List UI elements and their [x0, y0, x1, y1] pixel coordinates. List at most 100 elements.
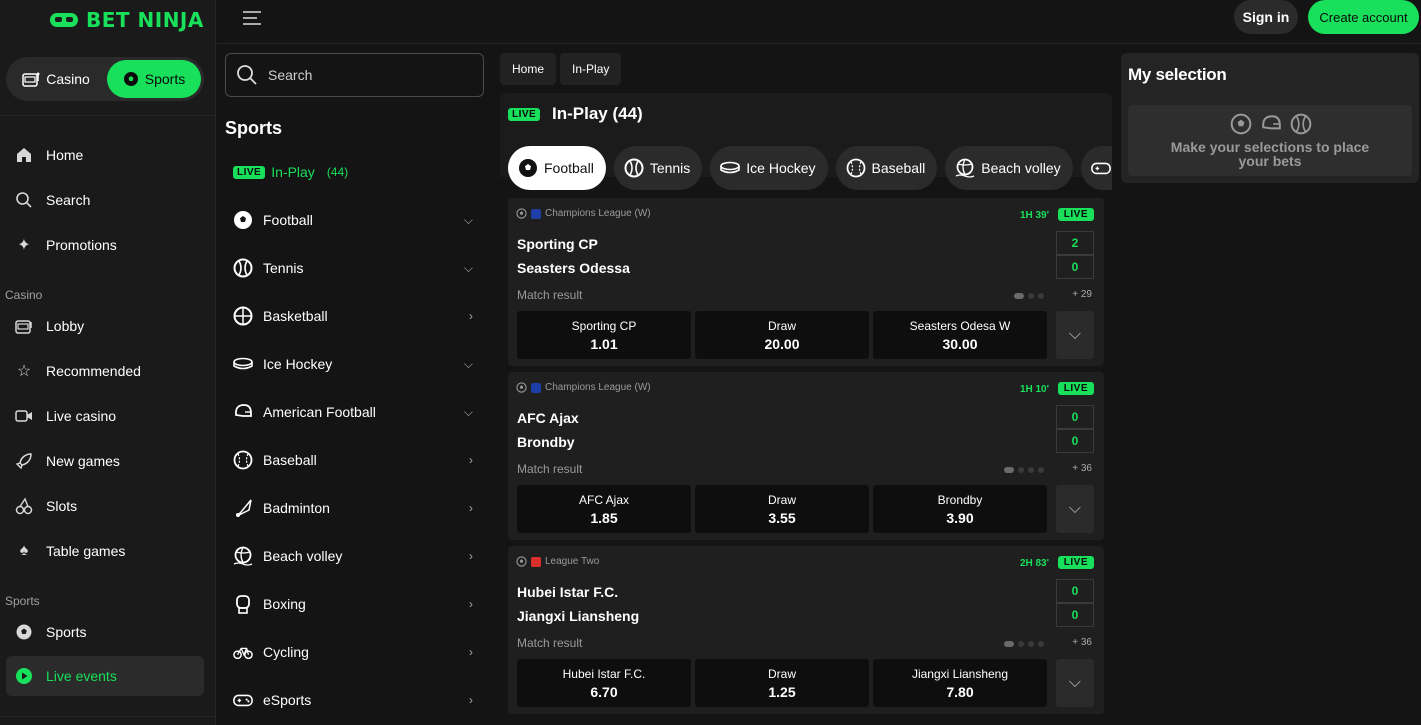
- competition-flag: [531, 556, 541, 567]
- selection-empty-line1: Make your selections to place: [1170, 139, 1370, 155]
- odds-label: AFC Ajax: [578, 492, 629, 507]
- away-team[interactable]: Seasters Odessa: [517, 260, 630, 276]
- casino-mode-button[interactable]: Casino: [9, 60, 103, 98]
- bicycle-icon: [233, 642, 253, 662]
- odds-button-away[interactable]: Brondby 3.90: [873, 485, 1047, 533]
- nav-item-sports[interactable]: Sports: [6, 612, 204, 652]
- sidebar-sport-cycling[interactable]: Cycling ›: [233, 637, 473, 667]
- soccer-ball-icon: [233, 210, 253, 230]
- brand-logo[interactable]: BET NINJA: [50, 8, 204, 32]
- odds-value: 7.80: [946, 683, 974, 700]
- more-markets[interactable]: + 36: [1072, 637, 1092, 648]
- home-team[interactable]: Sporting CP: [517, 236, 598, 252]
- sidebar-sport-baseball[interactable]: Baseball ›: [233, 445, 473, 475]
- odds-button-home[interactable]: Hubei Istar F.C. 6.70: [517, 659, 691, 707]
- sidebar-sport-tennis[interactable]: Tennis ⌵: [233, 253, 473, 283]
- chevron-down-icon: ⌵: [1068, 674, 1082, 691]
- soccer-ball-icon: [14, 622, 34, 642]
- ninja-mask-icon: [50, 13, 78, 27]
- breadcrumb-in-play[interactable]: In-Play: [560, 53, 622, 85]
- tab-label: Ice Hockey: [746, 160, 816, 176]
- match-competition: Champions League (W): [516, 208, 651, 219]
- more-markets[interactable]: + 29: [1072, 289, 1092, 300]
- nav-item-live-casino[interactable]: Live casino: [6, 396, 204, 436]
- competition-flag: [531, 382, 541, 393]
- chevron-down-icon: ⌵: [1068, 326, 1082, 343]
- odds-label: Hubei Istar F.C.: [562, 666, 646, 681]
- soccer-ball-icon: [1230, 113, 1252, 135]
- expand-markets-button[interactable]: ⌵: [1056, 485, 1094, 533]
- chevron-down-icon: ⌵: [463, 404, 473, 419]
- odds-button-home[interactable]: AFC Ajax 1.85: [517, 485, 691, 533]
- more-markets[interactable]: + 36: [1072, 463, 1092, 474]
- nav-item-slots[interactable]: Slots: [6, 486, 204, 526]
- brand-name: BET NINJA: [86, 8, 204, 32]
- breadcrumb-home[interactable]: Home: [500, 53, 557, 85]
- market-pager[interactable]: [1004, 641, 1044, 647]
- market-pager[interactable]: [1014, 293, 1044, 299]
- sign-in-button[interactable]: Sign in: [1234, 0, 1298, 34]
- nav-item-label: Lobby: [46, 318, 85, 334]
- match-competition: League Two: [516, 556, 599, 567]
- spade-icon: ♠: [19, 542, 29, 559]
- tab-football[interactable]: Football: [508, 146, 606, 190]
- odds-button-away[interactable]: Seasters Odesa W 30.00: [873, 311, 1047, 359]
- create-account-button[interactable]: Create account: [1308, 0, 1419, 34]
- selection-empty-text: Make your selections to place your bets: [1128, 140, 1412, 168]
- expand-markets-button[interactable]: ⌵: [1056, 659, 1094, 707]
- sidebar-sport-boxing[interactable]: Boxing ›: [233, 589, 473, 619]
- odds-button-draw[interactable]: Draw 3.55: [695, 485, 869, 533]
- sidebar-sport-esports[interactable]: eSports ›: [233, 685, 473, 715]
- away-team[interactable]: Jiangxi Liansheng: [517, 608, 639, 624]
- tab-ice-hockey[interactable]: Ice Hockey: [710, 146, 828, 190]
- tab-baseball[interactable]: Baseball: [835, 146, 938, 190]
- chevron-right-icon: ›: [469, 453, 473, 467]
- sidebar-sport-football[interactable]: Football ⌵: [233, 205, 473, 235]
- nav-item-lobby[interactable]: Lobby: [6, 306, 204, 346]
- competition-name: Champions League (W): [545, 382, 651, 393]
- away-team[interactable]: Brondby: [517, 434, 575, 450]
- sidebar-sport-ice-hockey[interactable]: Ice Hockey ⌵: [233, 349, 473, 379]
- nav-item-promotions[interactable]: ✦ Promotions: [6, 225, 204, 265]
- odds-label: Draw: [767, 318, 796, 333]
- home-score: 0: [1056, 579, 1094, 603]
- sidebar-sport-basketball[interactable]: Basketball ›: [233, 301, 473, 331]
- tab-tennis[interactable]: Tennis: [613, 146, 703, 190]
- sports-mode-button[interactable]: Sports: [107, 60, 201, 98]
- odds-button-home[interactable]: Sporting CP 1.01: [517, 311, 691, 359]
- sidebar-item-in-play[interactable]: LIVE In-Play (44): [233, 164, 348, 180]
- menu-icon[interactable]: [243, 11, 261, 29]
- live-badge: LIVE: [508, 108, 541, 121]
- expand-markets-button[interactable]: ⌵: [1056, 311, 1094, 359]
- nav-item-recommended[interactable]: ☆ Recommended: [6, 351, 204, 391]
- tab-beach-volley[interactable]: Beach volley: [945, 146, 1073, 190]
- gamepad-icon: [1090, 158, 1111, 178]
- market-pager[interactable]: [1004, 467, 1044, 473]
- home-team[interactable]: AFC Ajax: [517, 410, 579, 426]
- odds-button-away[interactable]: Jiangxi Liansheng 7.80: [873, 659, 1047, 707]
- nav-item-search[interactable]: Search: [6, 180, 204, 220]
- boxing-glove-icon: [233, 594, 253, 614]
- nav-item-table-games[interactable]: ♠ Table games: [6, 531, 204, 571]
- live-badge: LIVE: [1057, 556, 1094, 569]
- nav-item-live-events[interactable]: Live events: [6, 656, 204, 696]
- tab-esports[interactable]: eSports: [1080, 146, 1112, 190]
- live-play-icon: [14, 666, 34, 686]
- match-clock: 2H 83': [1019, 558, 1049, 569]
- nav-item-home[interactable]: Home: [6, 135, 204, 175]
- gamepad-icon: [233, 690, 253, 710]
- sidebar-sport-beach-volley[interactable]: Beach volley ›: [233, 541, 473, 571]
- soccer-ball-icon: [516, 382, 527, 393]
- sidebar-sport-badminton[interactable]: Badminton ›: [233, 493, 473, 523]
- soccer-ball-icon: [518, 158, 538, 178]
- tab-label: Beach volley: [981, 160, 1061, 176]
- search-icon: [14, 190, 34, 210]
- home-team[interactable]: Hubei Istar F.C.: [517, 584, 618, 600]
- odds-button-draw[interactable]: Draw 1.25: [695, 659, 869, 707]
- odds-button-draw[interactable]: Draw 20.00: [695, 311, 869, 359]
- search-box[interactable]: [225, 53, 484, 97]
- sidebar-sport-american-football[interactable]: American Football ⌵: [233, 397, 473, 427]
- rocket-icon: [14, 451, 34, 471]
- search-input[interactable]: [268, 67, 468, 83]
- nav-item-new-games[interactable]: New games: [6, 441, 204, 481]
